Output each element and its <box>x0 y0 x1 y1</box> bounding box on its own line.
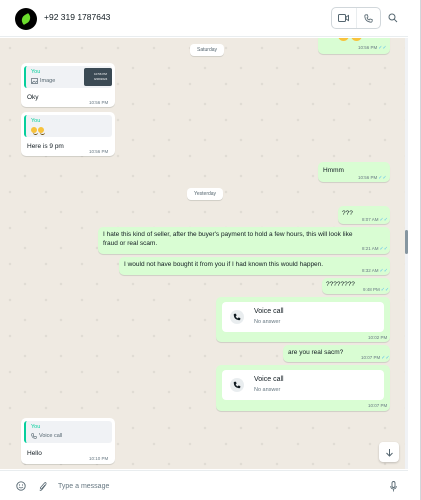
video-call-button[interactable] <box>332 8 356 28</box>
quote-author: You <box>31 69 41 75</box>
call-title: Voice call <box>254 376 284 383</box>
message-incoming[interactable]: You Image 10:56 PM 9/28/2024 Oky 10:56 P… <box>21 63 115 107</box>
scrollbar-thumb[interactable] <box>405 230 408 254</box>
quote-body-text: Voice call <box>39 433 63 439</box>
message-text: fraud or real scam. <box>103 240 158 247</box>
message-incoming[interactable]: You Here is 9 pm 10:56 PM <box>21 112 115 156</box>
message-outgoing[interactable]: Hmmm 10:56 PM✓✓ <box>318 162 390 182</box>
missed-call-icon <box>230 378 244 392</box>
message-time: 8:32 AM✓✓ <box>362 268 388 274</box>
quoted-message[interactable]: You <box>24 115 112 137</box>
read-ticks-icon: ✓✓ <box>378 45 387 51</box>
call-card[interactable]: Voice call No answer <box>222 370 384 400</box>
message-text: Here is 9 pm <box>27 143 64 150</box>
call-status: No answer <box>254 387 281 393</box>
message-text: Hmmm <box>323 167 344 174</box>
arrow-down-icon <box>385 448 393 457</box>
read-ticks-icon: ✓✓ <box>378 175 387 181</box>
scroll-to-bottom-button[interactable] <box>379 442 399 462</box>
message-outgoing-voice-call[interactable]: Voice call No answer 10:02 PM <box>216 297 390 342</box>
voice-message-button[interactable] <box>387 480 399 492</box>
call-card[interactable]: Voice call No answer <box>222 302 384 332</box>
message-time: 10:07 PM✓✓ <box>361 355 390 361</box>
message-time: 10:56 PM <box>89 100 109 105</box>
paperclip-icon <box>39 481 47 491</box>
message-outgoing[interactable]: are you real sacm? 10:07 PM✓✓ <box>283 345 390 362</box>
date-divider: Saturday <box>190 44 225 56</box>
message-time: 10:56 PM <box>89 149 109 154</box>
chat-header: +92 319 1787643 <box>0 0 408 37</box>
message-text: Oky <box>27 94 39 101</box>
call-buttons-group <box>331 7 381 29</box>
emoji <box>38 127 45 136</box>
emoji <box>351 38 362 41</box>
message-outgoing[interactable]: 10:56 PM✓✓ <box>318 38 390 54</box>
message-text: I would not have bought it from you if I… <box>124 261 324 268</box>
whatsapp-chat-window: +92 319 1787643 10:56 PM✓✓ Saturday You <box>0 0 421 500</box>
message-text: Hello <box>27 450 42 457</box>
message-time: 8:07 AM✓✓ <box>362 217 388 223</box>
message-time: 10:10 PM <box>89 456 109 461</box>
emoji <box>338 38 349 41</box>
read-ticks-icon: ✓✓ <box>380 287 390 293</box>
emoji <box>31 127 38 136</box>
message-outgoing[interactable]: ???????? 9:48 PM✓✓ <box>322 278 390 294</box>
emoji-icon <box>16 481 26 491</box>
thumb-text-2: 9/28/2024 <box>94 77 108 81</box>
message-outgoing[interactable]: I hate this kind of seller, after the bu… <box>98 227 390 254</box>
message-time: 9:48 PM✓✓ <box>363 287 390 293</box>
message-time: 10:56 PM✓✓ <box>358 175 387 181</box>
emoji-button[interactable] <box>15 480 27 492</box>
missed-call-icon <box>230 310 244 324</box>
message-outgoing[interactable]: I would not have bought it from you if I… <box>119 257 390 275</box>
avatar[interactable] <box>15 8 37 30</box>
quote-emojis <box>31 127 45 136</box>
quote-body-text: Image <box>40 78 56 84</box>
contact-name[interactable]: +92 319 1787643 <box>44 12 110 22</box>
quote-author: You <box>31 424 41 430</box>
message-time: 10:02 PM <box>368 335 388 340</box>
thumb-text-1: 10:56 PM <box>94 72 107 76</box>
message-incoming[interactable]: You Voice call Hello 10:10 PM <box>21 418 115 464</box>
voice-call-button[interactable] <box>355 8 381 28</box>
message-outgoing-voice-call[interactable]: Voice call No answer 10:07 PM <box>216 365 390 411</box>
message-list[interactable]: 10:56 PM✓✓ Saturday You Image 10:56 PM 9… <box>0 38 405 469</box>
message-time: 10:07 PM <box>368 403 388 408</box>
search-icon <box>388 13 398 23</box>
call-status: No answer <box>254 319 281 325</box>
message-text: are you real sacm? <box>288 349 344 356</box>
message-time: 10:56 PM✓✓ <box>358 45 387 51</box>
read-ticks-icon: ✓✓ <box>379 217 388 223</box>
image-thumbnail: 10:56 PM 9/28/2024 <box>84 68 112 86</box>
read-ticks-icon: ✓✓ <box>381 355 390 361</box>
read-ticks-icon: ✓✓ <box>379 246 388 252</box>
message-text: ???????? <box>326 281 355 288</box>
search-button[interactable] <box>386 11 400 25</box>
missed-call-icon <box>31 433 37 439</box>
attach-button[interactable] <box>37 480 49 492</box>
microphone-icon <box>389 480 397 491</box>
video-call-icon <box>338 14 350 22</box>
message-text: I hate this kind of seller, after the bu… <box>103 231 353 238</box>
message-composer <box>0 470 408 500</box>
message-input[interactable] <box>58 479 358 493</box>
quote-body: Image <box>31 78 55 84</box>
quoted-message[interactable]: You Voice call <box>24 421 112 443</box>
quote-author: You <box>31 118 41 124</box>
quote-body: Voice call <box>31 433 62 439</box>
voice-call-icon <box>364 13 373 23</box>
image-icon <box>31 78 38 84</box>
app-logo-icon <box>19 13 33 25</box>
date-divider: Yesterday <box>187 188 224 200</box>
message-time: 8:21 AM✓✓ <box>362 246 388 252</box>
quoted-message[interactable]: You Image 10:56 PM 9/28/2024 <box>24 66 112 88</box>
read-ticks-icon: ✓✓ <box>379 268 388 274</box>
call-title: Voice call <box>254 308 284 315</box>
message-outgoing[interactable]: ??? 8:07 AM✓✓ <box>338 206 390 224</box>
message-text: ??? <box>342 210 353 217</box>
